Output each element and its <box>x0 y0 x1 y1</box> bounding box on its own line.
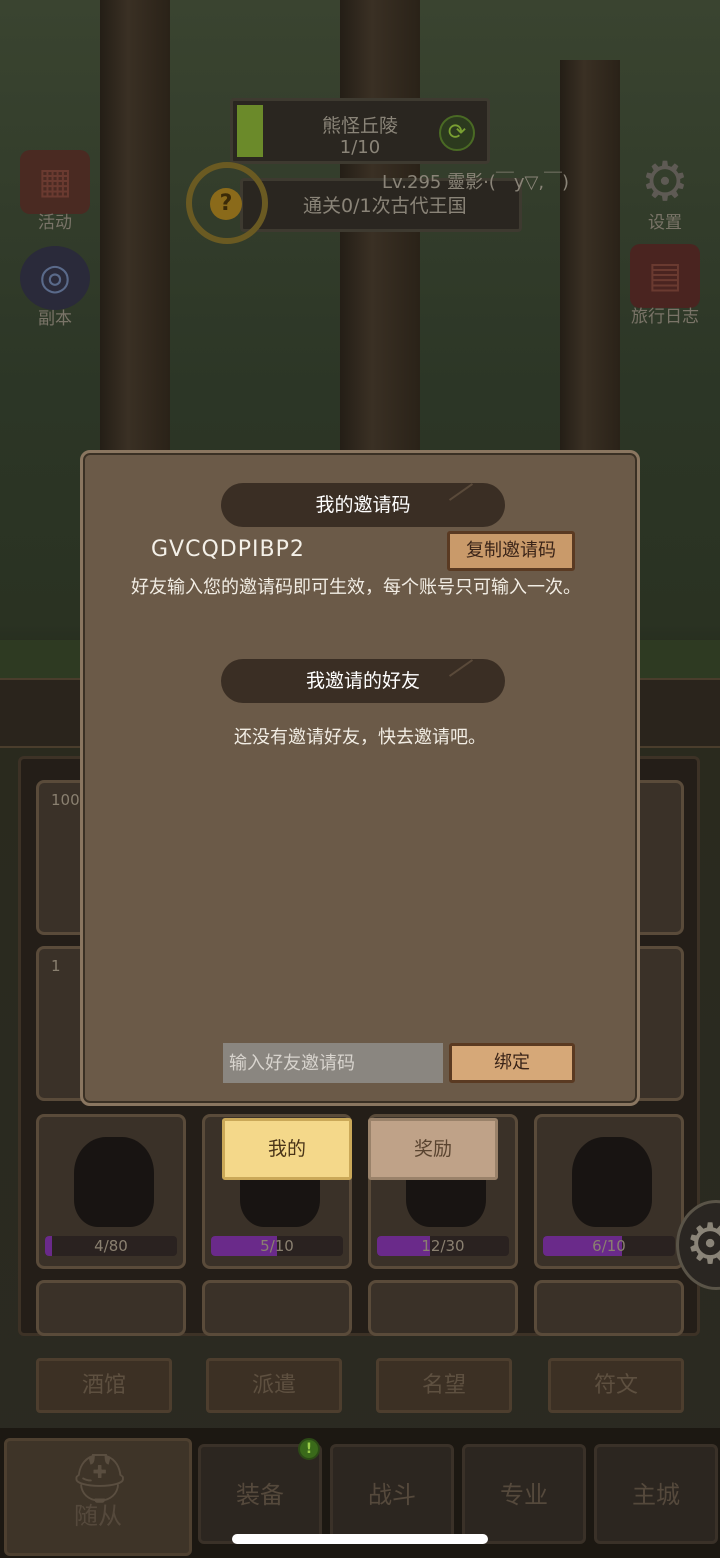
tab-mine[interactable]: 我的 <box>222 1118 352 1180</box>
quest-text: 通关0/1次古代王国 <box>303 195 467 217</box>
tree-trunk <box>100 0 170 460</box>
journal-button[interactable]: ▤ 旅行日志 <box>622 244 708 327</box>
friend-code-input[interactable] <box>223 1043 443 1083</box>
settings-label: 设置 <box>648 213 682 233</box>
tab-reward[interactable]: 奖励 <box>368 1118 498 1180</box>
progress-text: 4/80 <box>94 1237 128 1255</box>
tab-battle[interactable]: 战斗 <box>330 1444 454 1544</box>
dungeon-button[interactable]: ◎ 副本 <box>18 246 92 329</box>
tavern-button[interactable]: 酒馆 <box>36 1358 172 1413</box>
tab-main-city[interactable]: 主城 <box>594 1444 718 1544</box>
my-code-header: 我的邀请码 <box>221 483 505 527</box>
settings-button[interactable]: ⚙ 设置 <box>628 150 702 233</box>
tab-equipment[interactable]: 装备 <box>198 1444 322 1544</box>
follower-slot[interactable] <box>202 1280 352 1336</box>
locked-silhouette <box>74 1137 154 1227</box>
copy-code-button[interactable]: 复制邀请码 <box>447 531 575 571</box>
help-icon[interactable]: ? <box>210 188 242 220</box>
helmet-icon: ⛑ <box>69 1451 130 1507</box>
follower-slot[interactable]: 4/80 <box>36 1114 186 1269</box>
rune-button[interactable]: 符文 <box>548 1358 684 1413</box>
event-label: 活动 <box>38 213 72 233</box>
reputation-button[interactable]: 名望 <box>376 1358 512 1413</box>
alert-badge-icon: ! <box>298 1438 320 1460</box>
tab-followers[interactable]: ⛑ 随从 <box>4 1438 192 1556</box>
portal-icon: ◎ <box>20 246 90 310</box>
follower-progress: 6/10 <box>543 1236 675 1256</box>
invite-dialog: 我的邀请码 GVCQDPIBP2 复制邀请码 好友输入您的邀请码即可生效，每个账… <box>80 450 640 1106</box>
progress-text: 6/10 <box>592 1237 626 1255</box>
stage-panel[interactable]: 熊怪丘陵 1/10 ⟳ <box>230 98 490 164</box>
slot-count: 100 <box>51 791 80 809</box>
refresh-icon[interactable]: ⟳ <box>439 115 475 151</box>
home-indicator[interactable] <box>232 1534 488 1544</box>
follower-progress: 4/80 <box>45 1236 177 1256</box>
follower-slot[interactable] <box>36 1280 186 1336</box>
invite-code: GVCQDPIBP2 <box>151 537 305 562</box>
bind-button[interactable]: 绑定 <box>449 1043 575 1083</box>
invited-friends-header: 我邀请的好友 <box>221 659 505 703</box>
dungeon-label: 副本 <box>38 309 72 329</box>
progress-text: 5/10 <box>260 1237 294 1255</box>
follower-slot[interactable] <box>534 1280 684 1336</box>
follower-slot[interactable]: 6/10 <box>534 1114 684 1269</box>
player-level: Lv.295 靈影·(￣y▽,￣) <box>382 172 570 193</box>
event-button[interactable]: ▦ 活动 <box>18 150 92 233</box>
gear-icon: ⚙ <box>640 150 690 213</box>
journal-label: 旅行日志 <box>631 307 699 327</box>
journal-icon: ▤ <box>630 244 700 308</box>
calendar-icon: ▦ <box>20 150 90 214</box>
invite-hint: 好友输入您的邀请码即可生效，每个账号只可输入一次。 <box>131 577 581 598</box>
tab-profession[interactable]: 专业 <box>462 1444 586 1544</box>
locked-silhouette <box>572 1137 652 1227</box>
progress-text: 12/30 <box>421 1237 465 1255</box>
follower-progress: 12/30 <box>377 1236 509 1256</box>
empty-friends-text: 还没有邀请好友，快去邀请吧。 <box>234 727 486 748</box>
dispatch-button[interactable]: 派遣 <box>206 1358 342 1413</box>
follower-slot[interactable] <box>368 1280 518 1336</box>
follower-progress: 5/10 <box>211 1236 343 1256</box>
slot-count: 1 <box>51 957 61 975</box>
